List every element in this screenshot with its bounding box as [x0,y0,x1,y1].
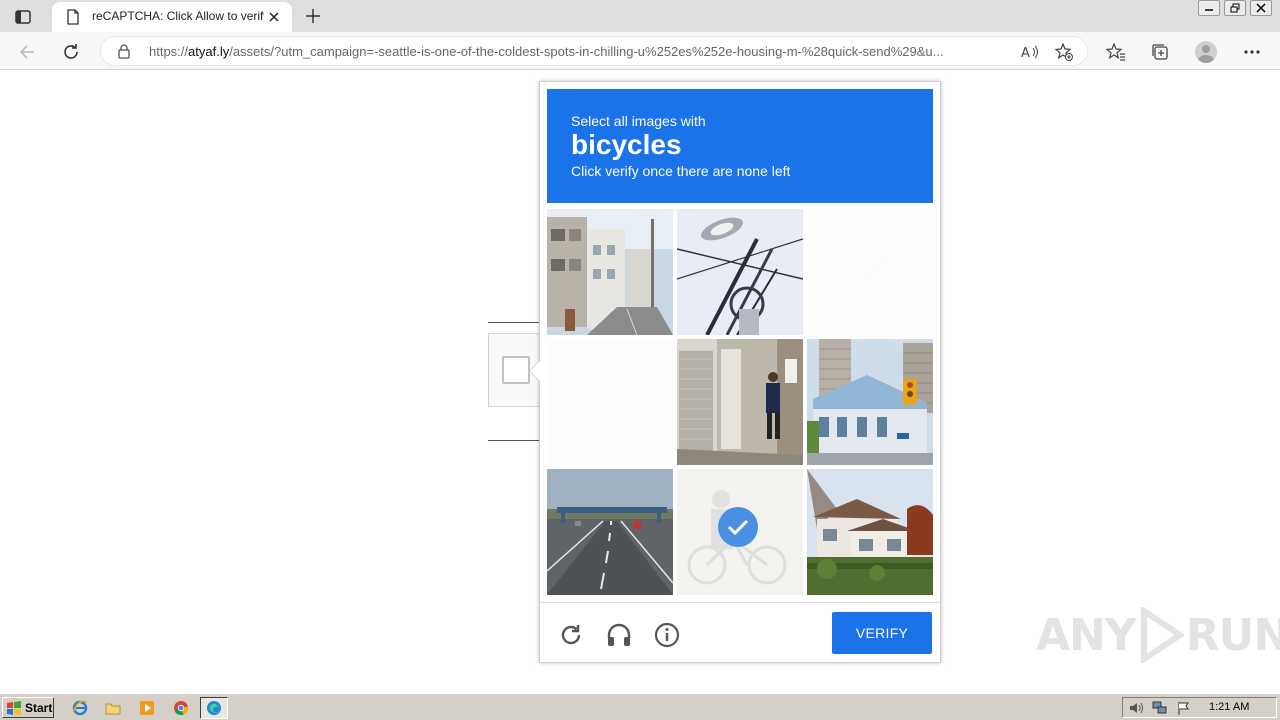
edge-icon[interactable] [200,697,228,719]
lock-icon[interactable] [118,44,130,63]
captcha-tile-9[interactable] [807,469,933,595]
taskbar: Start 1:21 AM [0,693,1280,720]
new-tab-icon[interactable] [302,5,324,27]
window-controls [1198,0,1272,16]
captcha-tile-1[interactable] [547,209,673,335]
start-label: Start [25,700,53,715]
more-menu-icon[interactable] [1238,38,1266,66]
close-tab-icon[interactable] [264,7,284,27]
captcha-challenge: Select all images with bicycles Click ve… [529,81,941,663]
windows-logo-icon [7,700,21,715]
divider [488,322,542,323]
selected-check-icon [718,507,758,547]
play-logo-icon [1140,607,1184,663]
favorites-icon[interactable] [1102,38,1130,66]
browser-toolbar: https://atyaf.ly/assets/?utm_campaign=-s… [0,32,1280,70]
page-content: Select all images with bicycles Click ve… [0,71,1280,691]
ie-icon[interactable] [70,698,90,718]
info-icon[interactable] [651,619,683,651]
close-window-icon[interactable] [1250,0,1272,16]
divider [488,440,542,441]
start-button[interactable]: Start [2,697,54,718]
flag-icon[interactable] [1176,700,1192,716]
captcha-hint: Click verify once there are none left [571,163,791,179]
tab-actions-icon[interactable] [10,6,36,28]
restore-icon[interactable] [1224,0,1246,16]
url-text[interactable]: https://atyaf.ly/assets/?utm_campaign=-s… [149,44,1014,59]
captcha-banner: Select all images with bicycles Click ve… [547,89,933,203]
captcha-tile-7[interactable] [547,469,673,595]
media-player-icon[interactable] [137,698,157,718]
tab-strip: reCAPTCHA: Click Allow to verify [0,0,1280,32]
captcha-tile-8[interactable] [677,469,803,595]
towers-traffic-light-image [807,339,933,465]
back-icon[interactable] [14,39,40,65]
faded-tile-image [807,209,933,335]
captcha-tile-3[interactable] [807,209,933,335]
recaptcha-checkbox[interactable] [502,356,530,384]
minimize-icon[interactable] [1198,0,1220,16]
captcha-tile-5[interactable] [677,339,803,465]
captcha-tile-4[interactable] [547,339,673,465]
highway-bridge-image [547,469,673,595]
add-favorite-icon[interactable] [1053,42,1075,62]
avatar-icon [1195,41,1217,63]
svg-text:A: A [1021,46,1030,59]
chrome-icon[interactable] [171,698,191,718]
captcha-tile-2[interactable] [677,209,803,335]
tab-title: reCAPTCHA: Click Allow to verify [92,9,264,23]
refresh-icon[interactable] [58,39,84,65]
profile-avatar[interactable] [1192,38,1220,66]
watermark-text-right: RUN [1185,609,1280,661]
captcha-grid [547,209,933,595]
system-tray: 1:21 AM [1122,697,1277,718]
anyrun-watermark: ANY RUN [1036,607,1280,663]
captcha-instruction: Select all images with [571,113,706,129]
clock: 1:21 AM [1209,701,1250,713]
verify-button[interactable]: VERIFY [832,612,932,654]
reload-challenge-icon[interactable] [555,619,587,651]
network-icon[interactable] [1152,700,1168,716]
active-tab[interactable]: reCAPTCHA: Click Allow to verify [52,2,292,32]
captcha-tile-6[interactable] [807,339,933,465]
collections-icon[interactable] [1146,38,1174,66]
page-icon [66,9,80,29]
watermark-text-left: ANY [1036,609,1137,661]
audio-challenge-icon[interactable] [603,619,635,651]
faded-tile-image [547,339,673,465]
footer-divider [540,602,940,603]
street-houses-image [547,209,673,335]
volume-icon[interactable] [1128,700,1144,716]
person-walking-image [677,339,803,465]
folder-icon[interactable] [103,698,123,718]
street-lamp-image [677,209,803,335]
captcha-target: bicycles [571,129,682,160]
read-aloud-icon[interactable]: A [1019,42,1041,62]
house-trees-image [807,469,933,595]
address-bar[interactable]: https://atyaf.ly/assets/?utm_campaign=-s… [100,36,1088,66]
